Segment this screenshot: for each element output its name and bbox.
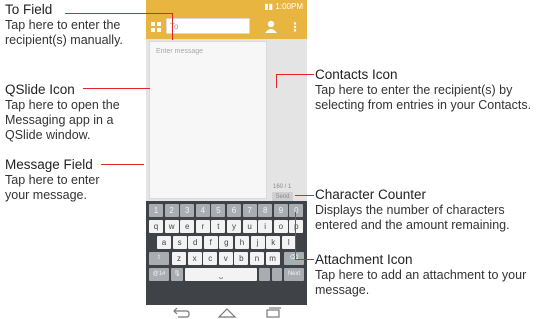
- callout-description: Tap here to open the Messaging app in a …: [5, 98, 120, 142]
- key[interactable]: u: [242, 220, 257, 233]
- key[interactable]: 3: [180, 204, 195, 217]
- callout-attachment-icon: Attachment Icon Tap here to add an attac…: [315, 252, 540, 298]
- compose-header: To ⋮: [146, 15, 307, 39]
- key[interactable]: 7: [242, 204, 257, 217]
- mic-icon[interactable]: 🎙: [171, 268, 183, 281]
- callout-title: To Field: [5, 2, 53, 17]
- leader-attachment-icon: [295, 259, 314, 260]
- shift-key[interactable]: ⇧: [149, 252, 169, 265]
- leader-qslide-icon: [83, 88, 150, 89]
- keyboard-bottom-row: @1# 🎙 ⎵ Next: [146, 268, 307, 281]
- key[interactable]: 8: [258, 204, 273, 217]
- key[interactable]: 5: [211, 204, 226, 217]
- key[interactable]: y: [227, 220, 241, 233]
- key[interactable]: d: [188, 236, 203, 249]
- message-field[interactable]: Enter message: [149, 41, 267, 199]
- key[interactable]: b: [234, 252, 249, 265]
- key[interactable]: 2: [164, 204, 179, 217]
- key[interactable]: p: [289, 220, 304, 233]
- back-icon[interactable]: [170, 305, 192, 319]
- leader-attachment-drop: [295, 212, 296, 260]
- key[interactable]: i: [258, 220, 273, 233]
- key[interactable]: q: [149, 220, 163, 233]
- callout-title: Attachment Icon: [315, 252, 413, 267]
- key[interactable]: k: [266, 236, 281, 249]
- key[interactable]: j: [250, 236, 265, 249]
- key[interactable]: m: [265, 252, 280, 265]
- key[interactable]: v: [218, 252, 233, 265]
- key[interactable]: 1: [149, 204, 163, 217]
- key[interactable]: h: [235, 236, 249, 249]
- signal-icon: ▮▮: [264, 2, 274, 11]
- key[interactable]: x: [187, 252, 202, 265]
- key[interactable]: w: [164, 220, 179, 233]
- menu-icon[interactable]: ⋮: [289, 19, 301, 35]
- message-area: Enter message 160 / 1 Send: [146, 39, 307, 222]
- callout-description: Tap here to add an attachment to your me…: [315, 268, 527, 297]
- leader-to-field-drop: [172, 13, 173, 40]
- qslide-icon[interactable]: [148, 19, 164, 35]
- comma-key[interactable]: [272, 268, 282, 281]
- key[interactable]: 4: [195, 204, 210, 217]
- key[interactable]: a: [157, 236, 171, 249]
- qslide-glyph: [151, 22, 161, 32]
- keyboard-row-2: asdfghjkl: [146, 236, 307, 249]
- leader-message-field: [101, 164, 144, 165]
- home-icon[interactable]: [216, 305, 238, 319]
- key[interactable]: g: [219, 236, 234, 249]
- callout-contacts-icon: Contacts Icon Tap here to enter the reci…: [315, 67, 540, 113]
- leader-contacts-drop: [276, 74, 277, 88]
- callout-qslide-icon: QSlide Icon Tap here to open the Messagi…: [5, 82, 140, 143]
- dot-key[interactable]: [259, 268, 270, 281]
- contacts-glyph: [265, 20, 277, 33]
- callout-title: Contacts Icon: [315, 67, 398, 82]
- key[interactable]: c: [203, 252, 218, 265]
- callout-title: QSlide Icon: [5, 82, 75, 97]
- key[interactable]: s: [172, 236, 187, 249]
- key[interactable]: l: [281, 236, 296, 249]
- space-key[interactable]: ⎵: [185, 268, 257, 281]
- phone-screenshot: ▮▮ 1:00PM To ⋮ Enter message 160 / 1 Sen…: [146, 0, 307, 319]
- callout-description: Tap here to enter your message.: [5, 173, 100, 202]
- key[interactable]: r: [195, 220, 210, 233]
- leader-to-field: [65, 13, 173, 14]
- leader-contacts-icon: [276, 74, 314, 75]
- callout-to-field: To Field Tap here to enter the recipient…: [5, 2, 155, 48]
- callout-title: Character Counter: [315, 187, 427, 202]
- message-placeholder: Enter message: [156, 48, 204, 55]
- character-counter: 160 / 1: [273, 184, 292, 190]
- status-icons: ▮▮ 1:00PM: [264, 2, 303, 11]
- key[interactable]: z: [172, 252, 186, 265]
- key[interactable]: t: [211, 220, 226, 233]
- key[interactable]: e: [180, 220, 195, 233]
- contacts-icon[interactable]: [262, 18, 280, 36]
- leader-character-counter: [295, 195, 314, 196]
- symbols-key[interactable]: @1#: [149, 268, 169, 281]
- callout-description: Tap here to enter the recipient(s) manua…: [5, 18, 123, 47]
- navigation-bar: [146, 305, 307, 319]
- keyboard-number-row: 1234567890: [146, 204, 307, 217]
- keyboard-row-1: qwertyuiop: [146, 220, 307, 233]
- key[interactable]: 6: [227, 204, 241, 217]
- next-key[interactable]: Next: [284, 268, 304, 281]
- key[interactable]: o: [273, 220, 288, 233]
- callout-title: Message Field: [5, 157, 93, 172]
- recents-icon[interactable]: [262, 305, 284, 319]
- keyboard-row-3: ⇧ ⌫ zxcvbnm: [146, 252, 307, 265]
- status-time: 1:00PM: [275, 2, 303, 11]
- keyboard: 1234567890 qwertyuiop asdfghjkl ⇧ ⌫ zxcv…: [146, 201, 307, 305]
- key[interactable]: f: [203, 236, 218, 249]
- callout-character-counter: Character Counter Displays the number of…: [315, 187, 540, 233]
- to-field[interactable]: To: [166, 18, 250, 34]
- callout-description: Tap here to enter the recipient(s) by se…: [315, 83, 532, 112]
- key[interactable]: 0: [289, 204, 304, 217]
- callout-description: Displays the number of characters entere…: [315, 203, 510, 232]
- key[interactable]: 9: [273, 204, 288, 217]
- key[interactable]: n: [250, 252, 264, 265]
